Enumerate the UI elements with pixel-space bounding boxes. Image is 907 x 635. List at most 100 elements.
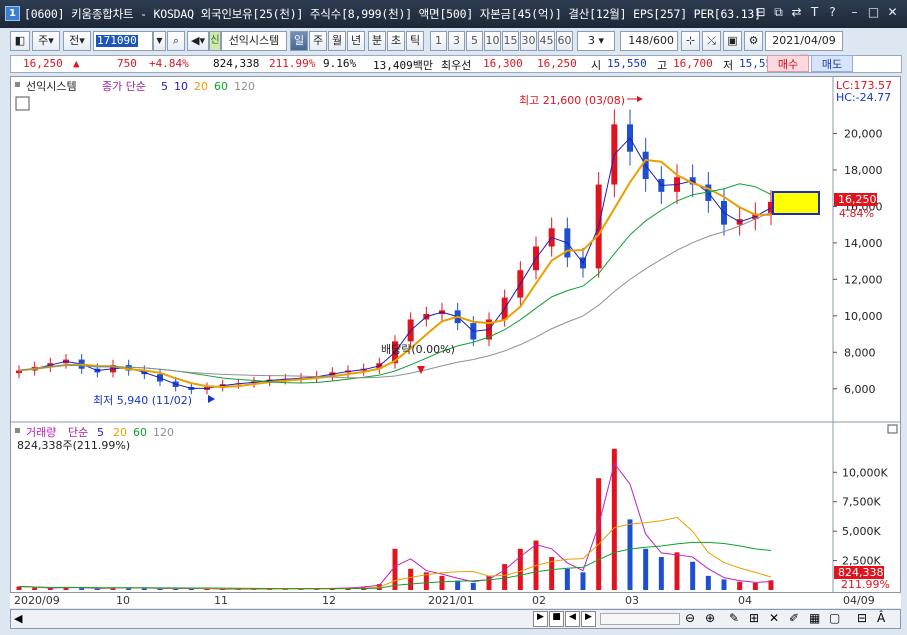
price-y-tick-label: 8,000 (844, 346, 876, 359)
stock-code-value: 171090 (96, 34, 138, 47)
high-annotation: 최고 21,600 (03/08) (519, 94, 625, 107)
cross-icon[interactable]: ✕ (769, 611, 779, 625)
help-icon[interactable]: ? (825, 5, 840, 20)
volume-current: 824,338주(211.99%) (17, 439, 130, 452)
x-tick-5: 02 (532, 594, 546, 607)
interval-3[interactable]: 3 (448, 31, 465, 51)
frame-icon[interactable]: ▢ (829, 611, 840, 625)
price-y-tick-label: 10,000 (844, 310, 883, 323)
volume-bar (705, 575, 711, 590)
sell-button[interactable]: 매도 (811, 55, 853, 72)
x-tick-6: 03 (625, 594, 639, 607)
interval-5[interactable]: 5 (466, 31, 483, 51)
accent-icon[interactable]: Â (877, 611, 885, 625)
layout-icon[interactable]: ◧ (10, 31, 30, 51)
period-select[interactable]: 주▾ (32, 31, 60, 51)
zoom-out-icon[interactable]: ⊖ (685, 611, 695, 625)
price-panel-name: 선익시스템 (26, 80, 77, 93)
volume-bar (47, 588, 53, 590)
search-icon[interactable]: ⌕ (167, 31, 185, 51)
best-bid: 16,250 (537, 57, 577, 70)
interval-30[interactable]: 30 (520, 31, 537, 51)
window-title: [0600] 키움종합차트 - KOSDAQ 외국인보유[25(천)] 주식수[… (24, 7, 761, 21)
ma-label: 종가 단순 (102, 80, 146, 93)
ma-20: 20 (194, 80, 208, 93)
quote-volume: 824,338 (213, 57, 260, 70)
window-number-icon: 1 (5, 6, 20, 21)
minimize-icon[interactable]: – (847, 5, 862, 20)
table-icon[interactable]: ▦ (809, 611, 820, 625)
dividend-annotation: 배당락(0.00%) (381, 343, 455, 356)
grid-icon[interactable]: ⊞ (749, 611, 759, 625)
high-label: 고 (657, 59, 668, 72)
chart-svg[interactable]: 선익시스템 종가 단순 5 10 20 60 120 LC:173.57 HC:… (11, 77, 900, 607)
maximize-icon[interactable]: □ (866, 5, 881, 20)
vol-ma-20: 20 (113, 426, 127, 439)
volume-bar (470, 582, 476, 590)
date-field[interactable]: 2021/04/09 ▦ (765, 31, 843, 65)
forward-icon[interactable]: ▶ (581, 611, 596, 627)
copy-icon[interactable]: ⧉ (771, 5, 786, 20)
speaker-icon[interactable]: ◀▾ (187, 31, 209, 51)
pen-icon[interactable]: ✎ (729, 611, 739, 625)
scroll-left-icon[interactable]: ◀ (14, 612, 22, 625)
ma-5: 5 (161, 80, 168, 93)
crosshair-icon[interactable]: ⊹ (681, 31, 700, 51)
save-icon[interactable]: ▣ (723, 31, 742, 51)
tab-month[interactable]: 월 (328, 31, 346, 51)
restore-icon[interactable]: ⊟ (753, 5, 768, 20)
hc-label: HC:-24.77 (836, 91, 891, 104)
interval-select-value: 3 (587, 34, 595, 47)
tab-year[interactable]: 년 (347, 31, 365, 51)
close-icon[interactable]: ✕ (885, 5, 900, 20)
system-tag: 신 (209, 31, 221, 51)
settings-icon[interactable]: ⚙ (744, 31, 763, 51)
best-ask-label: 최우선 (441, 59, 472, 72)
link-icon[interactable]: ⇄ (789, 5, 804, 20)
open-label: 시 (591, 59, 602, 72)
interval-1[interactable]: 1 (430, 31, 447, 51)
interval-45[interactable]: 45 (538, 31, 555, 51)
text-icon[interactable]: T (807, 5, 822, 20)
interval-60[interactable]: 60 (556, 31, 573, 51)
quote-price: 16,250 (23, 57, 63, 70)
tab-minute[interactable]: 분 (368, 31, 386, 51)
quote-change: 750 (117, 57, 137, 70)
x-tick-8: 04/09 (843, 594, 875, 607)
code-dropdown-icon[interactable]: ▼ (153, 31, 166, 51)
low-arrow-icon (208, 395, 215, 403)
volume-y-tick-label: 10,000K (842, 466, 888, 479)
quote-change-pct: +4.84% (149, 57, 189, 70)
stop-icon[interactable]: ■ (549, 611, 564, 627)
zoom-in-icon[interactable]: ⊕ (705, 611, 715, 625)
trendline-icon[interactable]: ⤯ (702, 31, 721, 51)
count-field[interactable]: 148/600 (620, 31, 678, 51)
current-pct: 4.84% (839, 207, 874, 220)
tab-week[interactable]: 주 (309, 31, 327, 51)
rewind-icon[interactable]: ◀ (565, 611, 580, 627)
quote-amount: 13,409백만 (373, 59, 433, 72)
scroll-right-icon[interactable]: ▶ (533, 611, 548, 627)
volume-bar (658, 557, 664, 590)
volume-bar (392, 548, 398, 590)
current-price: 16,250 (838, 193, 877, 206)
zoom-slider[interactable] (600, 613, 680, 625)
tab-second[interactable]: 초 (387, 31, 405, 51)
stock-name: 선익시스템 (221, 31, 287, 51)
stock-code-input[interactable]: 171090 (93, 31, 153, 51)
grid2-icon[interactable]: ⊟ (857, 611, 867, 625)
price-y-tick-label: 20,000 (844, 127, 883, 140)
prev-select[interactable]: 전▾ (63, 31, 91, 51)
tab-day[interactable]: 일 (290, 31, 308, 51)
buy-button[interactable]: 매수 (767, 55, 809, 72)
interval-10[interactable]: 10 (484, 31, 501, 51)
volume-bar (690, 561, 696, 590)
scroll-bar[interactable]: ◀ ▶ ■ ◀ ▶ ⊖ ⊕ ✎ ⊞ ✕ ✐ ▦ ▢ ⊟ Â (10, 609, 901, 629)
price-y-tick-label: 14,000 (844, 237, 883, 250)
edit-icon[interactable]: ✐ (789, 611, 799, 625)
volume-bar (455, 580, 461, 590)
tab-tick[interactable]: 틱 (406, 31, 424, 51)
interval-select[interactable]: 3 ▾ (577, 31, 615, 51)
interval-15[interactable]: 15 (502, 31, 519, 51)
chart-area[interactable]: 선익시스템 종가 단순 5 10 20 60 120 LC:173.57 HC:… (10, 76, 901, 608)
